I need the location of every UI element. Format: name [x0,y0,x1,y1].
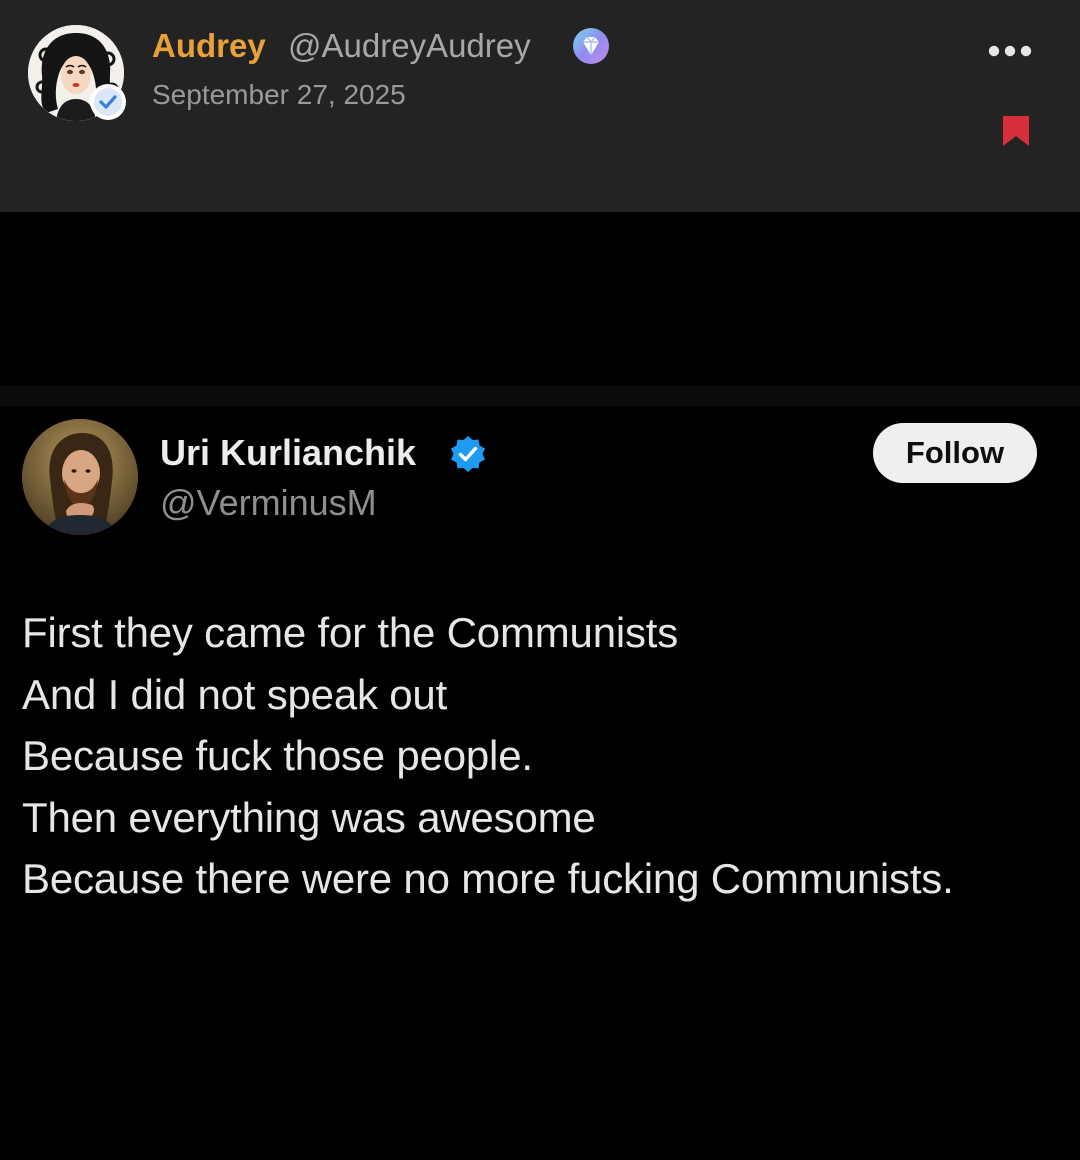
tweet-line: Because fuck those people. [22,732,533,779]
tweet-line: Because there were no more fucking Commu… [22,855,954,902]
verified-badge-icon [90,84,126,120]
author-handle[interactable]: @AudreyAudrey [288,24,531,68]
tweet-line: First they came for the Communists [22,609,679,656]
author-name[interactable]: Audrey [152,24,266,68]
verified-check-icon [451,436,485,472]
tweet-author-handle: @VerminusM [160,482,377,523]
more-dots-icon[interactable] [982,34,1038,66]
post-header: Audrey @AudreyAudrey September 27, 2025 [0,0,1080,212]
bearded-man-avatar-image [22,419,138,535]
diamond-icon [573,28,609,64]
post-date: September 27, 2025 [152,79,406,110]
tweet-line: Then everything was awesome [22,793,596,841]
follow-button[interactable]: Follow [873,423,1037,483]
tweet-line: And I did not speak out [22,670,448,718]
image-divider [0,386,1080,406]
embedded-tweet-image[interactable]: Uri Kurlianchik @VerminusM Follow First … [0,212,1080,1160]
tweet-body: First they came for the Communists And I… [22,602,1062,910]
bookmark-icon[interactable] [1000,114,1032,148]
tweet-author-avatar[interactable] [22,419,138,535]
tweet-author-name: Uri Kurlianchik [160,432,417,473]
